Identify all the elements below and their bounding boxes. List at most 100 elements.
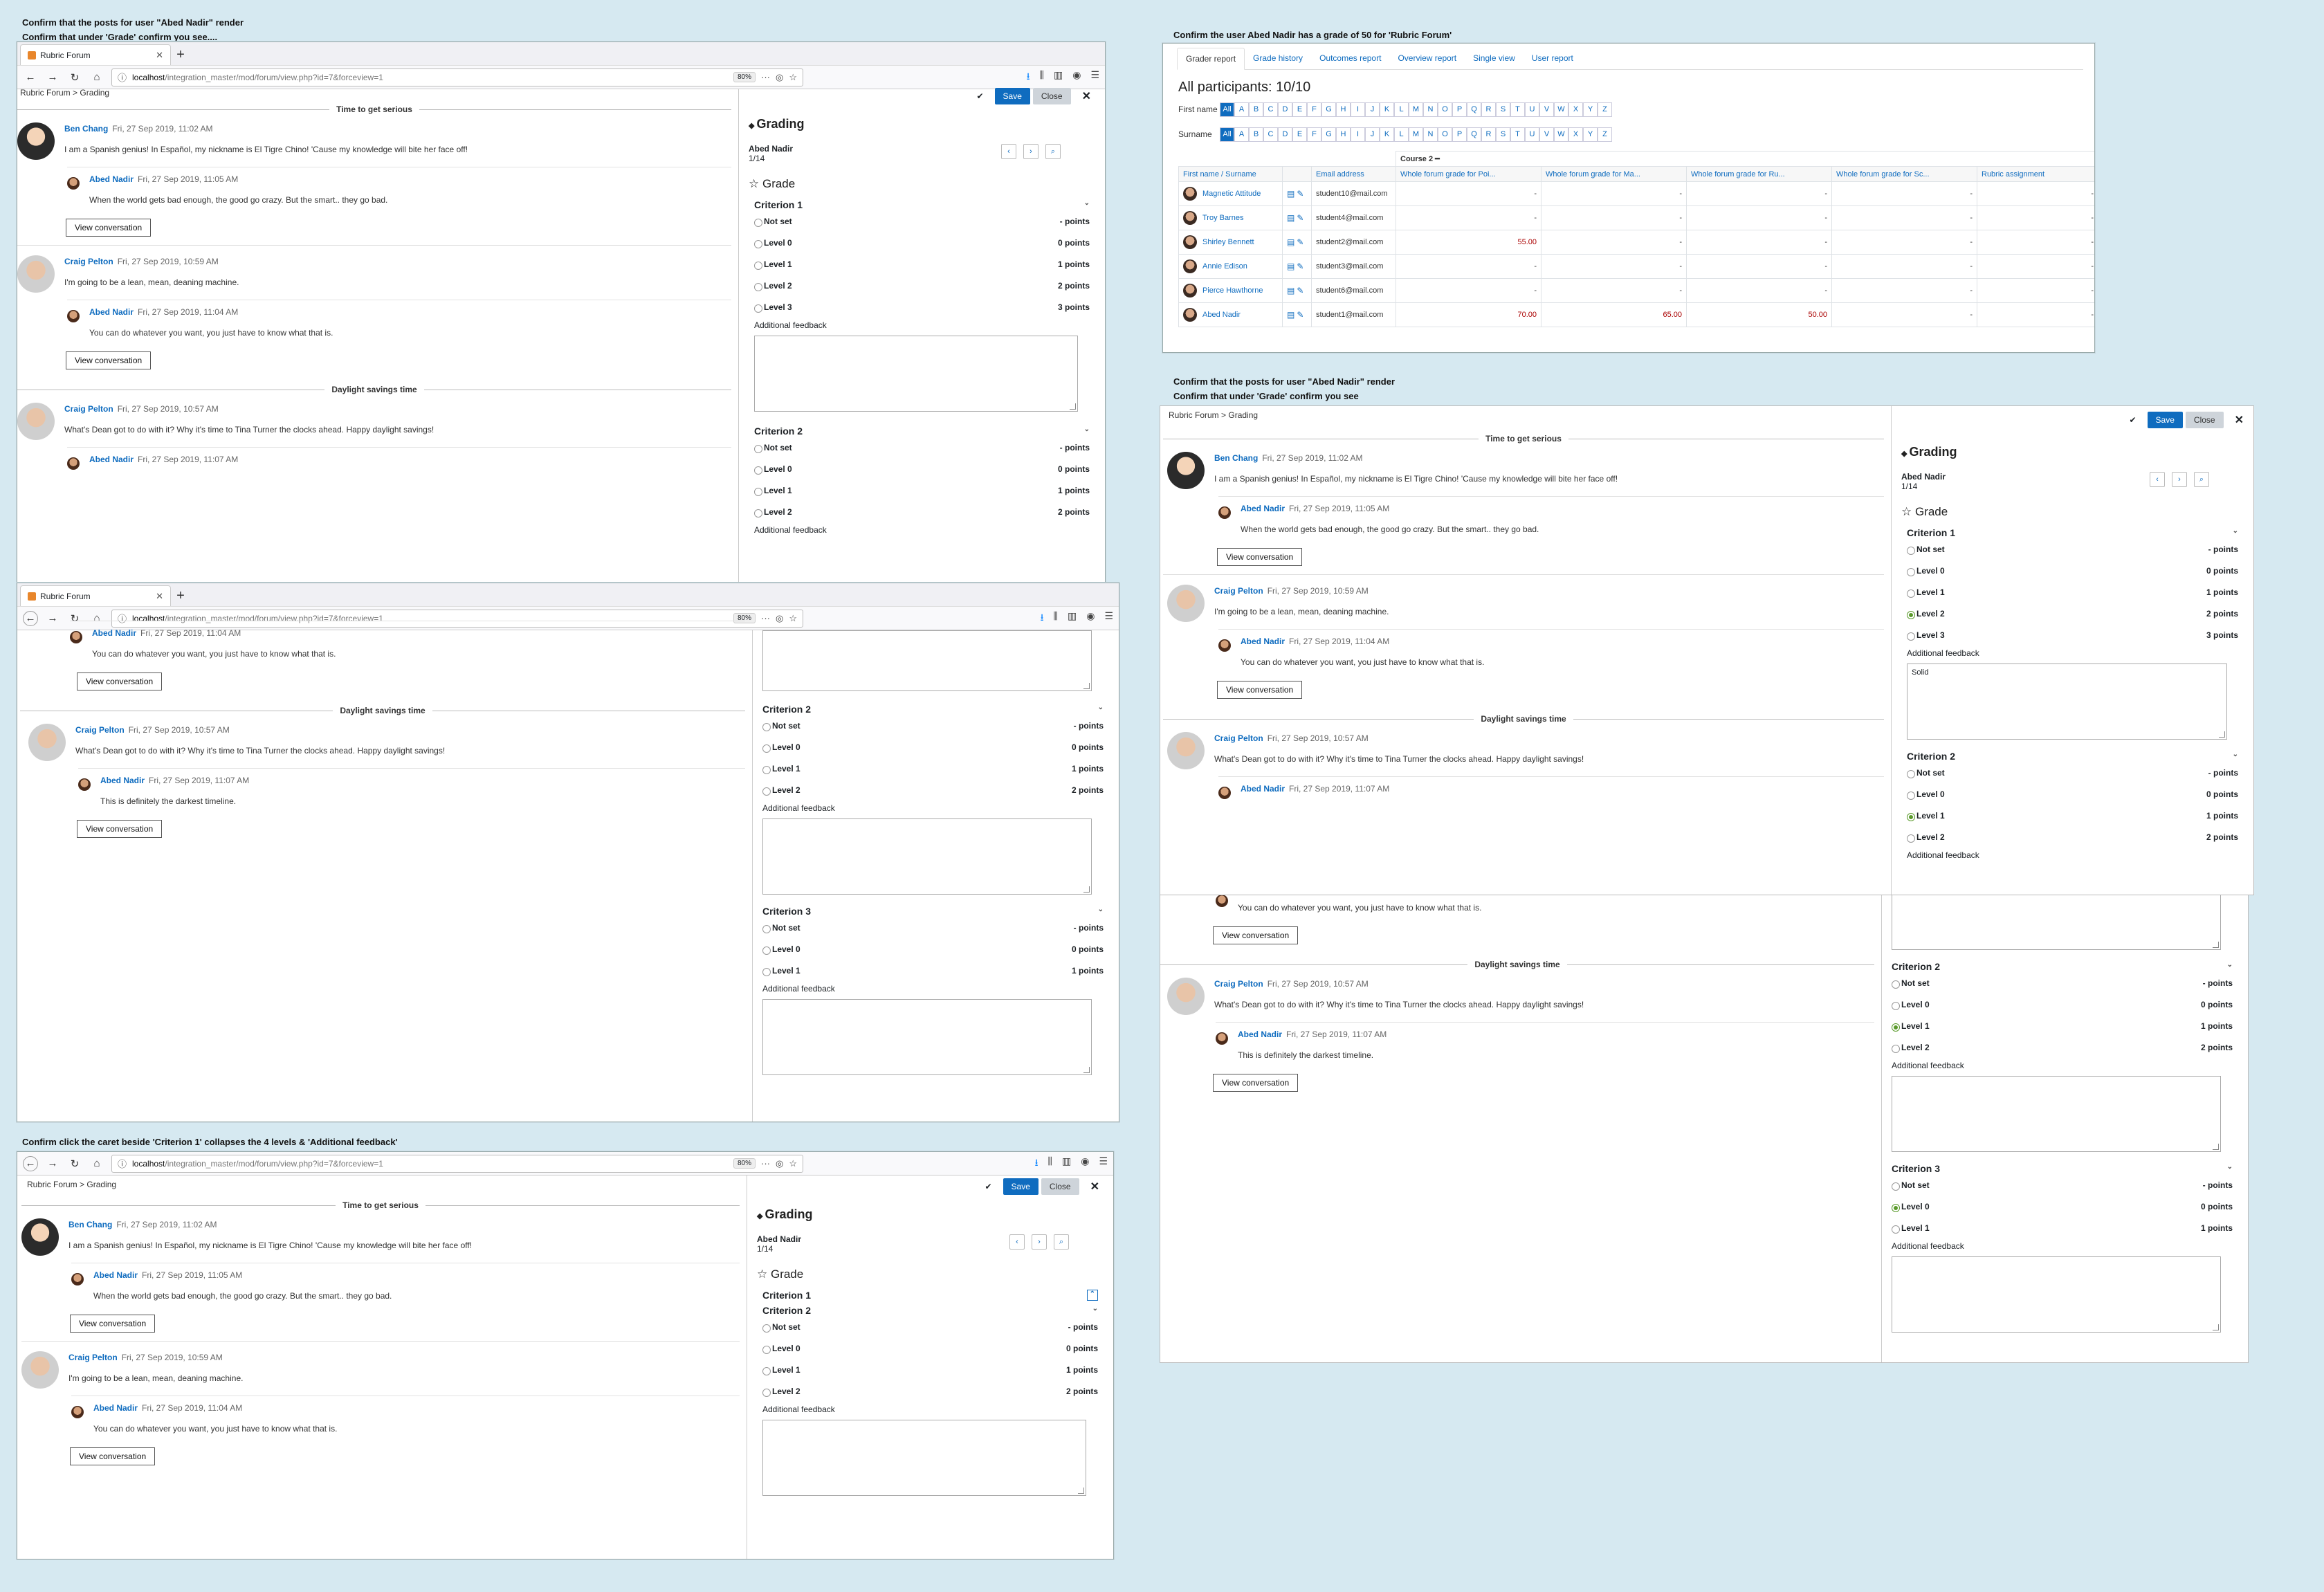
filter-letter[interactable]: Y	[1583, 102, 1598, 117]
chevron-down-icon[interactable]: ⌄	[2227, 1163, 2233, 1174]
grade-cell[interactable]: -	[1541, 205, 1687, 230]
grade-cell[interactable]: -	[1541, 181, 1687, 206]
chevron-down-icon[interactable]: ⌄	[2233, 527, 2238, 538]
pocket-icon[interactable]: ◎	[776, 72, 783, 83]
filter-letter[interactable]: N	[1423, 127, 1438, 142]
post-author[interactable]: Abed Nadir	[1241, 784, 1285, 794]
filter-letter[interactable]: Z	[1598, 127, 1612, 142]
post-author[interactable]: Abed Nadir	[100, 776, 145, 785]
radio[interactable]	[754, 466, 762, 475]
radio[interactable]	[1907, 567, 1915, 576]
reload-icon[interactable]: ↻	[67, 70, 82, 85]
radio-selected[interactable]	[1892, 1203, 1900, 1212]
grade-cell[interactable]: -	[1831, 230, 1977, 255]
prev-user-icon[interactable]: ‹	[1001, 144, 1016, 159]
radio[interactable]	[762, 1324, 771, 1333]
radio[interactable]	[754, 218, 762, 227]
radio[interactable]	[1907, 834, 1915, 843]
level-row[interactable]: Level 1 1 points	[754, 479, 1095, 501]
grade-cell[interactable]: -	[1686, 254, 1832, 279]
chevron-down-icon[interactable]: ⌄	[1092, 1305, 1098, 1316]
level-row[interactable]: Not set - points	[754, 210, 1095, 232]
filter-letter[interactable]: G	[1321, 127, 1336, 142]
view-conversation-button[interactable]: View conversation	[77, 820, 163, 838]
radio[interactable]	[754, 261, 762, 270]
report-icon[interactable]: ▤	[1287, 286, 1294, 295]
level-row[interactable]: Level 0 0 points	[1907, 783, 2244, 805]
grade-cell[interactable]: -	[1541, 278, 1687, 303]
level-row[interactable]: Level 2 2 points	[762, 1380, 1104, 1402]
student-name[interactable]: Troy Barnes	[1202, 214, 1244, 222]
filter-letter[interactable]: M	[1409, 127, 1423, 142]
post-author[interactable]: Abed Nadir	[92, 628, 136, 638]
close-tab-icon[interactable]: ✕	[156, 50, 163, 61]
view-conversation-button[interactable]: View conversation	[1213, 926, 1299, 944]
grade-cell[interactable]: -	[1831, 254, 1977, 279]
post-author[interactable]: Craig Pelton	[1214, 733, 1263, 743]
prev-user-icon[interactable]: ‹	[1009, 1234, 1025, 1250]
filter-letter[interactable]: I	[1351, 102, 1365, 117]
radio[interactable]	[1907, 791, 1915, 800]
filter-letter[interactable]: R	[1481, 102, 1496, 117]
grade-cell[interactable]: -	[1396, 181, 1541, 206]
post-author[interactable]: Abed Nadir	[1241, 504, 1285, 513]
forward-icon[interactable]: →	[45, 70, 60, 85]
search-icon[interactable]: ⌕	[2194, 472, 2209, 487]
radio-selected[interactable]	[1907, 610, 1915, 619]
grade-cell[interactable]: -	[1977, 278, 2094, 303]
grade-cell[interactable]: -	[1831, 181, 1977, 206]
sidebar-icon[interactable]: ▥	[1054, 69, 1063, 86]
level-row[interactable]: Level 1 1 points	[762, 758, 1109, 779]
grade-cell[interactable]: 50.00	[1686, 302, 1832, 327]
grade-cell[interactable]: -	[1686, 181, 1832, 206]
report-icon[interactable]: ▤	[1287, 262, 1294, 271]
tab-grader-report[interactable]: Grader report	[1177, 48, 1245, 70]
radio[interactable]	[1892, 980, 1900, 989]
student-cell[interactable]: Annie Edison	[1178, 254, 1283, 279]
col-name[interactable]: First name / Surname	[1178, 166, 1283, 182]
grade-cell[interactable]: -	[1831, 205, 1977, 230]
edit-pencil-icon[interactable]: ✎	[1297, 189, 1303, 199]
level-row[interactable]: Level 1 1 points	[1907, 805, 2244, 826]
close-button[interactable]: Close	[2185, 412, 2224, 428]
browser-tab[interactable]: Rubric Forum ✕	[20, 44, 171, 65]
radio[interactable]	[754, 487, 762, 496]
radio[interactable]	[762, 924, 771, 933]
view-conversation-button[interactable]: View conversation	[77, 673, 163, 690]
view-conversation-button[interactable]: View conversation	[70, 1315, 156, 1333]
save-button[interactable]: Save	[994, 88, 1030, 104]
sidebar-icon[interactable]: ▥	[1062, 1155, 1071, 1172]
grade-cell[interactable]: 70.00	[1396, 302, 1541, 327]
level-row[interactable]: Level 0 0 points	[762, 736, 1109, 758]
grade-cell[interactable]: -	[1831, 302, 1977, 327]
edit-pencil-icon[interactable]: ✎	[1297, 213, 1303, 223]
filter-letter[interactable]: E	[1292, 127, 1307, 142]
student-cell[interactable]: Abed Nadir	[1178, 302, 1283, 327]
filter-letter[interactable]: B	[1249, 102, 1263, 117]
url-bar[interactable]: ⓘ localhost/integration_master/mod/forum/…	[111, 1154, 803, 1173]
filter-letter[interactable]: B	[1249, 127, 1263, 142]
radio[interactable]	[754, 239, 762, 248]
grade-cell[interactable]: -	[1686, 230, 1832, 255]
report-icon[interactable]: ▤	[1287, 189, 1294, 199]
report-icon[interactable]: ▤	[1287, 237, 1294, 247]
filter-letter[interactable]: T	[1510, 127, 1525, 142]
level-row[interactable]: Not set - points	[1892, 972, 2238, 994]
grade-cell[interactable]: -	[1541, 254, 1687, 279]
grade-cell[interactable]: 65.00	[1541, 302, 1687, 327]
level-row[interactable]: Level 2 2 points	[754, 501, 1095, 522]
close-button[interactable]: Close	[1032, 88, 1071, 104]
post-author[interactable]: Craig Pelton	[68, 1353, 118, 1362]
col-email[interactable]: Email address	[1311, 166, 1396, 182]
feedback-textarea[interactable]	[1892, 1256, 2221, 1333]
bookmark-star-icon[interactable]: ☆	[789, 72, 797, 83]
radio[interactable]	[1892, 1182, 1900, 1191]
post-author[interactable]: Craig Pelton	[64, 404, 113, 414]
home-icon[interactable]: ⌂	[89, 70, 104, 85]
level-row[interactable]: Level 2 2 points	[1907, 603, 2244, 624]
more-icon[interactable]: ···	[761, 1158, 770, 1169]
account-icon[interactable]: ◉	[1081, 1155, 1089, 1172]
next-user-icon[interactable]: ›	[1023, 144, 1039, 159]
collapse-caret-icon[interactable]: ◆	[757, 1212, 762, 1220]
radio[interactable]	[1892, 1001, 1900, 1010]
